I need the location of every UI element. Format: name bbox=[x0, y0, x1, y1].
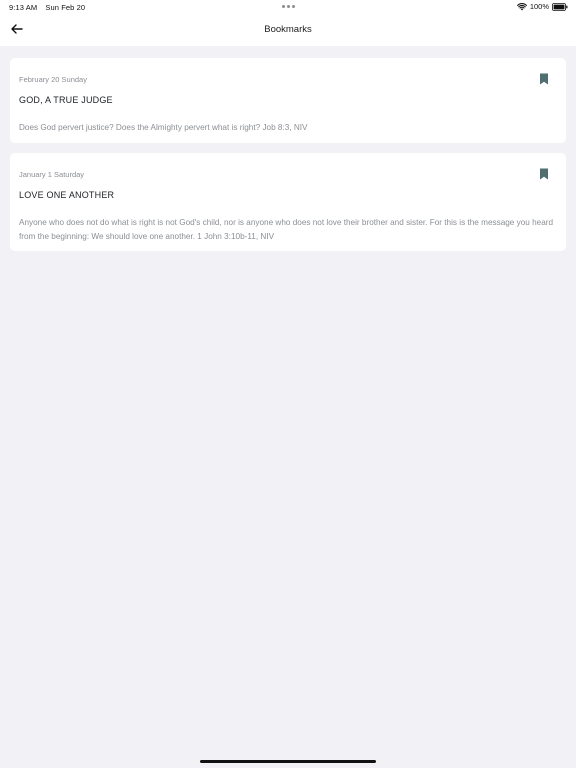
wifi-icon bbox=[516, 2, 527, 11]
multitasking-dots-icon[interactable] bbox=[282, 5, 295, 8]
bookmark-date: January 1 Saturday bbox=[19, 170, 85, 179]
bookmark-verse: Anyone who does not do what is right is … bbox=[19, 218, 554, 241]
bookmark-icon bbox=[539, 73, 549, 85]
navigation-bar: Bookmarks bbox=[0, 14, 576, 46]
bookmark-toggle-button[interactable] bbox=[539, 168, 549, 180]
page-title: Bookmarks bbox=[264, 24, 312, 35]
status-time: 9:13 AM bbox=[9, 3, 38, 12]
bookmark-card[interactable]: February 20 Sunday GOD, A TRUE JUDGE Doe… bbox=[10, 58, 566, 143]
status-left: 9:13 AM Sun Feb 20 bbox=[9, 3, 85, 12]
bookmark-title: GOD, A TRUE JUDGE bbox=[19, 95, 113, 105]
bookmark-title: LOVE ONE ANOTHER bbox=[19, 190, 115, 200]
bookmark-verse: Does God pervert justice? Does the Almig… bbox=[19, 123, 308, 132]
battery-full-icon bbox=[552, 2, 568, 11]
bookmark-card[interactable]: January 1 Saturday LOVE ONE ANOTHER Anyo… bbox=[10, 153, 566, 251]
bookmark-icon bbox=[539, 168, 549, 180]
bookmark-toggle-button[interactable] bbox=[539, 73, 549, 85]
home-indicator[interactable] bbox=[200, 760, 376, 763]
bookmark-date: February 20 Sunday bbox=[19, 75, 87, 84]
status-date: Sun Feb 20 bbox=[45, 3, 86, 12]
battery-percent: 100% bbox=[529, 2, 549, 11]
status-right: 100% bbox=[516, 2, 568, 11]
status-bar: 9:13 AM Sun Feb 20 100% bbox=[0, 0, 576, 14]
